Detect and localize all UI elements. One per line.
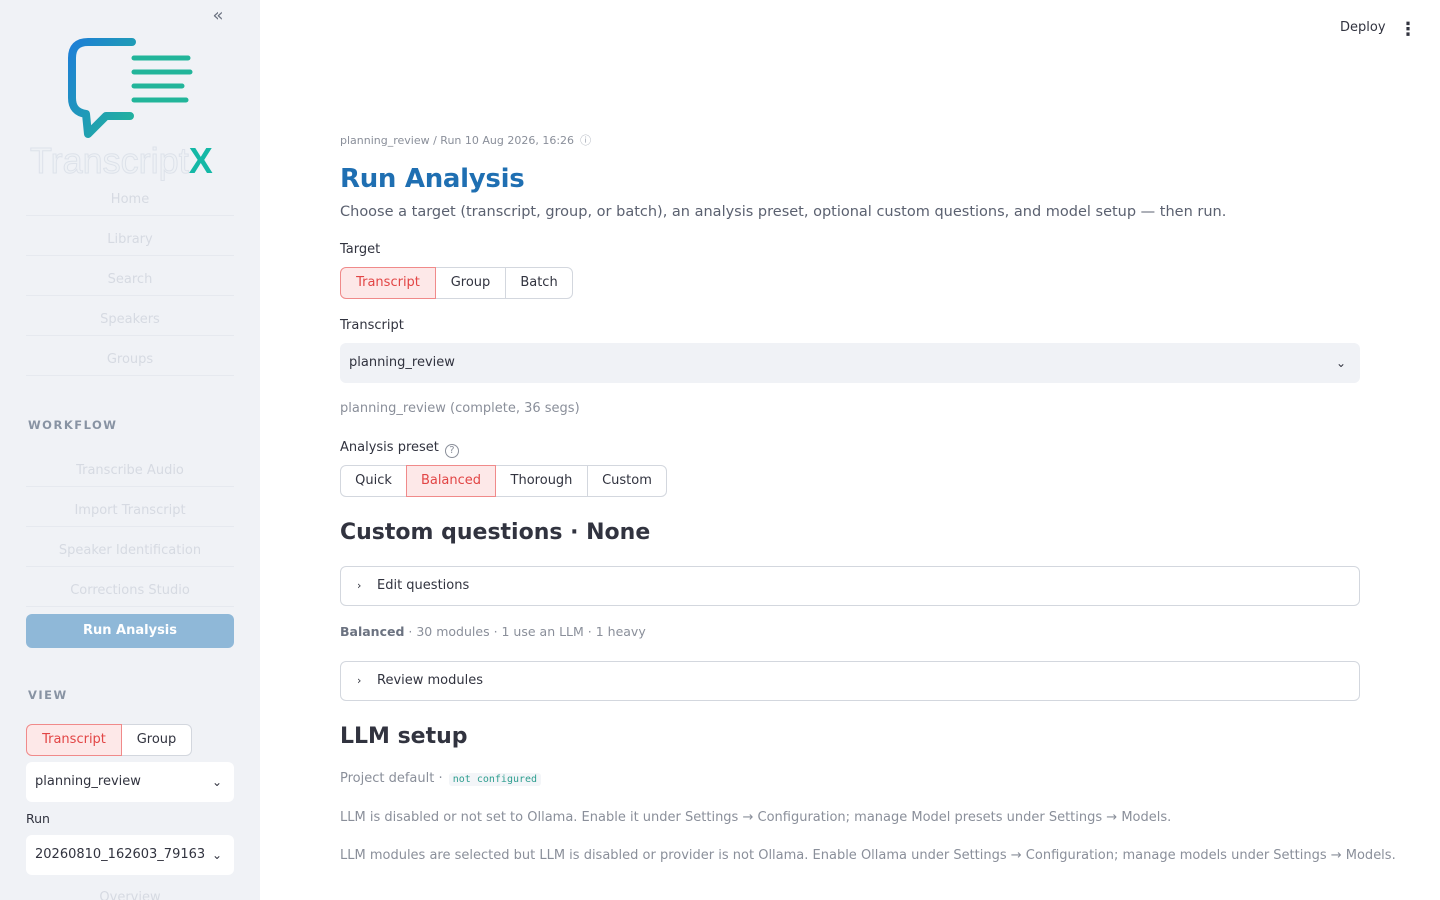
sidebar-item-speakers[interactable]: Speakers: [26, 304, 234, 336]
preset-option-custom[interactable]: Custom: [587, 465, 667, 497]
breadcrumb-text: planning_review / Run 10 Aug 2026, 16:26: [340, 134, 575, 147]
transcript-select-value: planning_review: [349, 355, 455, 370]
page-subtitle: Choose a target (transcript, group, or b…: [340, 204, 1227, 220]
workflow-section-label: WORKFLOW: [28, 418, 118, 432]
chevron-right-icon: ›: [357, 579, 362, 592]
sidebar-item-run-analysis[interactable]: Run Analysis: [26, 614, 234, 648]
transcript-label: Transcript: [340, 318, 404, 333]
preset-option-quick[interactable]: Quick: [340, 465, 407, 497]
main-menu-icon[interactable]: ⋮: [1398, 18, 1418, 42]
sidebar-item-speaker-identification[interactable]: Speaker Identification: [26, 535, 234, 567]
deploy-button[interactable]: Deploy: [1330, 18, 1396, 37]
edit-questions-label: Edit questions: [377, 578, 470, 593]
sidebar-transcript-value: planning_review: [35, 774, 141, 789]
transcript-caption: planning_review (complete, 36 segs): [340, 401, 580, 416]
sidebar-run-select[interactable]: 20260810_162603_7916375 ⌄: [26, 835, 234, 875]
sidebar-item-import-transcript[interactable]: Import Transcript: [26, 495, 234, 527]
brand-name-accent: X: [188, 140, 213, 181]
edit-questions-expander[interactable]: › Edit questions: [340, 566, 1360, 606]
help-icon[interactable]: ?: [444, 444, 459, 458]
summary-preset-name: Balanced: [340, 624, 405, 639]
chevron-down-icon: ⌄: [205, 835, 222, 875]
sidebar-item-corrections-studio[interactable]: Corrections Studio: [26, 575, 234, 607]
review-modules-expander[interactable]: › Review modules: [340, 661, 1360, 701]
brand-name-main: Transcript: [30, 140, 190, 182]
transcript-select[interactable]: planning_review ⌄: [340, 343, 1360, 383]
sidebar-run-value: 20260810_162603_7916375: [35, 847, 222, 862]
preset-label-text: Analysis preset: [340, 440, 439, 455]
info-icon[interactable]: ⓘ: [580, 134, 591, 147]
llm-setup-heading: LLM setup: [340, 724, 468, 749]
chevron-right-icon: ›: [357, 674, 362, 687]
view-toggle-transcript[interactable]: Transcript: [26, 724, 122, 756]
review-modules-label: Review modules: [377, 673, 484, 688]
sidebar-item-home[interactable]: Home: [26, 184, 234, 216]
project-default-value: not configured: [448, 773, 542, 786]
chevron-down-icon: ⌄: [1335, 356, 1346, 370]
llm-note-2: LLM modules are selected but LLM is disa…: [340, 848, 1396, 863]
preset-toggle: Quick Balanced Thorough Custom: [340, 465, 667, 497]
sidebar-item-search[interactable]: Search: [26, 264, 234, 296]
sidebar-transcript-select[interactable]: planning_review ⌄: [26, 762, 234, 802]
sidebar-item-groups[interactable]: Groups: [26, 344, 234, 376]
chevron-down-icon: ⌄: [211, 775, 222, 789]
sidebar: « TranscriptX Home Library Search Speake…: [0, 0, 260, 900]
view-toggle-group[interactable]: Group: [121, 724, 192, 756]
summary-details: · 30 modules · 1 use an LLM · 1 heavy: [408, 624, 646, 639]
custom-questions-heading: Custom questions · None: [340, 520, 651, 545]
preset-label: Analysis preset?: [340, 440, 459, 458]
view-section-label: VIEW: [28, 688, 68, 702]
preset-option-balanced[interactable]: Balanced: [406, 465, 496, 497]
sidebar-item-library[interactable]: Library: [26, 224, 234, 256]
sidebar-item-transcribe-audio[interactable]: Transcribe Audio: [26, 455, 234, 487]
target-option-group[interactable]: Group: [435, 267, 506, 299]
project-default: Project default · not configured: [340, 771, 542, 786]
page-title: Run Analysis: [340, 164, 525, 194]
target-label: Target: [340, 242, 381, 257]
target-option-batch[interactable]: Batch: [505, 267, 573, 299]
project-default-label: Project default ·: [340, 771, 443, 786]
preset-option-thorough[interactable]: Thorough: [495, 465, 588, 497]
brand-name: TranscriptX: [30, 140, 230, 182]
target-toggle: Transcript Group Batch: [340, 267, 573, 299]
breadcrumb: planning_review / Run 10 Aug 2026, 16:26…: [340, 132, 591, 148]
run-label: Run: [26, 811, 50, 826]
sidebar-item-overview[interactable]: Overview: [26, 882, 234, 900]
llm-note-1: LLM is disabled or not set to Ollama. En…: [340, 810, 1172, 825]
collapse-sidebar-icon[interactable]: «: [206, 6, 230, 26]
preset-summary: Balanced · 30 modules · 1 use an LLM · 1…: [340, 624, 646, 639]
target-option-transcript[interactable]: Transcript: [340, 267, 436, 299]
view-toggle: Transcript Group: [26, 724, 192, 756]
